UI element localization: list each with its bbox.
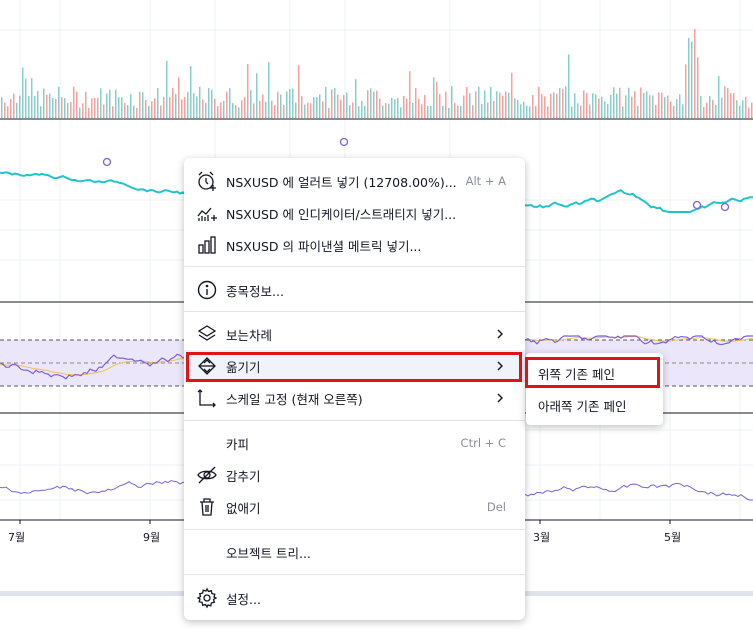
x-axis-label: 5월: [664, 531, 682, 544]
menu-item-add-alert[interactable]: NSXUSD 에 얼러트 넣기 (12708.00%)... Alt + A: [184, 165, 525, 197]
menu-separator: [184, 266, 525, 267]
bar-chart-icon: [196, 234, 218, 256]
move-icon: [196, 355, 218, 377]
chevron-right-icon: [495, 391, 505, 405]
menu-item-add-indicator[interactable]: NSXUSD 에 인디케이터/스트래티지 넣기...: [184, 197, 525, 229]
menu-item-copy[interactable]: 카피 Ctrl + C: [184, 427, 525, 459]
menu-item-object-tree[interactable]: 오브젝트 트리...: [184, 536, 525, 568]
info-icon: [196, 279, 218, 301]
x-axis-label: 9월: [143, 531, 161, 544]
menu-item-add-financials[interactable]: NSXUSD 의 파이낸셜 메트릭 넣기...: [184, 229, 525, 261]
menu-item-visual-order[interactable]: 보는차례: [184, 318, 525, 350]
chevron-right-icon: [495, 359, 505, 373]
menu-separator: [184, 529, 525, 530]
x-axis-label: 3월: [533, 531, 551, 544]
indicator-add-icon: [196, 202, 218, 224]
submenu-item-lower-pane[interactable]: 아래쪽 기존 페인: [526, 389, 663, 421]
x-axis-label: 7월: [8, 531, 26, 544]
menu-item-pin-scale[interactable]: 스케일 고정 (현재 오른쪽): [184, 382, 525, 414]
layers-icon: [196, 323, 218, 345]
menu-separator: [184, 311, 525, 312]
eye-off-icon: [196, 464, 218, 486]
menu-item-hide[interactable]: 감추기: [184, 459, 525, 491]
alarm-clock-icon: [196, 170, 218, 192]
menu-item-move-to[interactable]: 옮기기: [184, 350, 525, 382]
volume-bars: [1, 29, 753, 118]
menu-item-settings[interactable]: 설정...: [184, 582, 525, 614]
menu-separator: [184, 420, 525, 421]
chevron-right-icon: [495, 327, 505, 341]
context-menu: NSXUSD 에 얼러트 넣기 (12708.00%)... Alt + A N…: [184, 158, 525, 620]
menu-item-remove[interactable]: 없애기 Del: [184, 491, 525, 523]
menu-separator: [184, 574, 525, 575]
gear-icon: [196, 587, 218, 609]
menu-item-symbol-info[interactable]: 종목정보...: [184, 274, 525, 306]
trash-icon: [196, 496, 218, 518]
scale-pin-icon: [196, 387, 218, 409]
submenu-item-upper-pane[interactable]: 위쪽 기존 페인: [526, 357, 663, 389]
move-to-submenu: 위쪽 기존 페인 아래쪽 기존 페인: [526, 353, 663, 425]
